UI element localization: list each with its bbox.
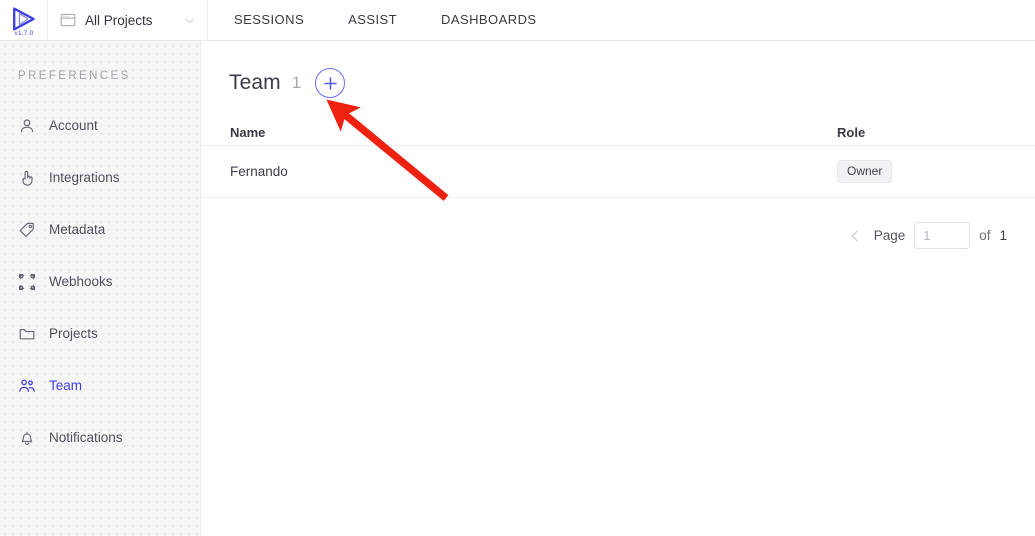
team-member-count: 1 bbox=[291, 73, 302, 92]
chevron-down-icon bbox=[183, 14, 196, 27]
table-header-row: Name Role bbox=[201, 120, 1035, 146]
top-bar: v1.7.0 All Projects SESSIONS ASSIST DASH… bbox=[0, 0, 1035, 41]
member-role-cell: Owner bbox=[837, 160, 1035, 183]
sidebar-item-notifications[interactable]: Notifications bbox=[0, 412, 200, 464]
add-team-member-button[interactable] bbox=[315, 68, 346, 98]
sidebar-item-team[interactable]: Team bbox=[0, 360, 200, 412]
sidebar-item-label: Team bbox=[49, 378, 83, 394]
sidebar-item-metadata[interactable]: Metadata bbox=[0, 204, 200, 256]
main-content: Team 1 Name Role Fernando Owner Page 1 o… bbox=[201, 41, 1035, 536]
play-triangle-logo-icon bbox=[11, 6, 37, 32]
previous-page-button[interactable] bbox=[845, 226, 865, 246]
chevron-left-icon bbox=[848, 229, 862, 243]
sidebar-item-label: Metadata bbox=[49, 222, 106, 238]
pagination-label: Page bbox=[873, 228, 906, 243]
sidebar-item-webhooks[interactable]: Webhooks bbox=[0, 256, 200, 308]
page-number-input[interactable] bbox=[914, 222, 971, 249]
sidebar-item-label: Webhooks bbox=[49, 274, 113, 290]
status-badge: Owner bbox=[837, 160, 893, 183]
sidebar-section-title: PREFERENCES bbox=[18, 70, 131, 82]
tag-icon bbox=[18, 221, 36, 239]
page-header: Team 1 bbox=[201, 41, 1035, 98]
tab-dashboards[interactable]: DASHBOARDS bbox=[419, 0, 559, 40]
sidebar-item-label: Notifications bbox=[49, 430, 123, 446]
page-title: Team bbox=[229, 71, 281, 94]
column-header-name: Name bbox=[230, 125, 266, 140]
team-table: Name Role Fernando Owner bbox=[201, 120, 1035, 198]
user-icon bbox=[18, 117, 36, 135]
sidebar-item-account[interactable]: Account bbox=[0, 100, 200, 152]
window-icon bbox=[60, 12, 76, 28]
sidebar-item-projects[interactable]: Projects bbox=[0, 308, 200, 360]
users-icon bbox=[18, 377, 36, 395]
plus-icon bbox=[323, 76, 338, 91]
folder-icon bbox=[18, 325, 36, 343]
tab-assist[interactable]: ASSIST bbox=[326, 0, 419, 40]
version-label: v1.7.0 bbox=[14, 30, 34, 37]
sidebar: PREFERENCES Account Integrations Metadat… bbox=[0, 41, 201, 536]
sidebar-nav-list: Account Integrations Metadata Webhooks P… bbox=[0, 100, 200, 464]
table-row[interactable]: Fernando Owner bbox=[201, 146, 1035, 198]
column-header-role: Role bbox=[837, 125, 866, 140]
sidebar-item-label: Integrations bbox=[49, 170, 120, 186]
pagination-of-label: of bbox=[979, 228, 991, 243]
top-navigation: SESSIONS ASSIST DASHBOARDS bbox=[208, 0, 559, 40]
nodes-frame-icon bbox=[18, 273, 36, 291]
tab-sessions[interactable]: SESSIONS bbox=[224, 0, 326, 40]
sidebar-item-integrations[interactable]: Integrations bbox=[0, 152, 200, 204]
logo-home-button[interactable]: v1.7.0 bbox=[0, 0, 48, 40]
member-name: Fernando bbox=[230, 164, 288, 179]
sidebar-item-label: Projects bbox=[49, 326, 98, 342]
pointing-hand-icon bbox=[18, 169, 36, 187]
project-selector-label: All Projects bbox=[85, 12, 153, 28]
app-root: v1.7.0 All Projects SESSIONS ASSIST DASH… bbox=[0, 0, 1035, 536]
sidebar-item-label: Account bbox=[49, 118, 98, 134]
pagination-total-pages: 1 bbox=[999, 228, 1007, 243]
pagination: Page of 1 bbox=[201, 198, 1035, 249]
bell-icon bbox=[18, 429, 36, 447]
project-selector[interactable]: All Projects bbox=[48, 0, 208, 40]
